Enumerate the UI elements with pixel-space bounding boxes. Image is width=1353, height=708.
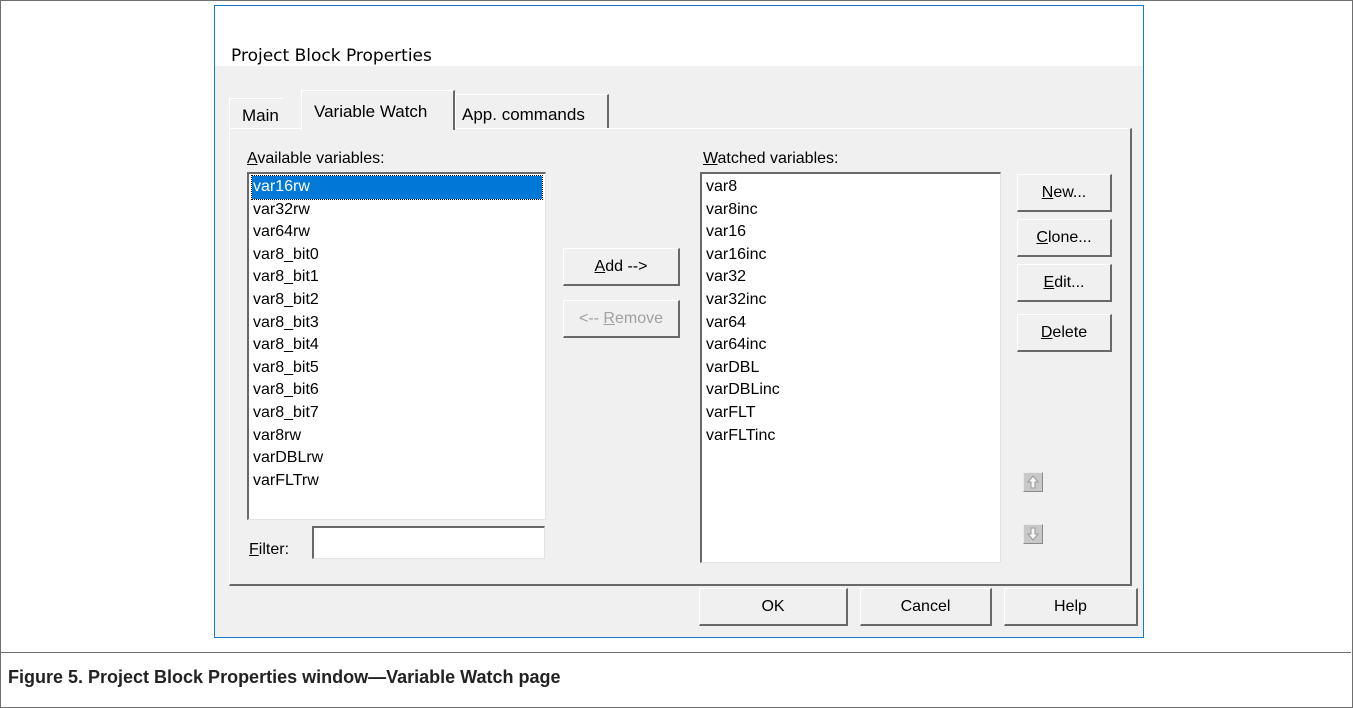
available-variable-item[interactable]: var8_bit4	[252, 334, 542, 357]
move-down-button[interactable]	[1023, 524, 1043, 544]
available-variable-item[interactable]: var8_bit5	[252, 357, 542, 380]
available-variable-item[interactable]: var64rw	[252, 221, 542, 244]
cancel-button[interactable]: Cancel	[860, 588, 992, 626]
edit-button[interactable]: Edit...	[1017, 264, 1112, 302]
add-button[interactable]: Add -->	[563, 248, 680, 286]
tab-app-commands[interactable]: App. commands	[455, 94, 609, 128]
arrow-up-icon	[1026, 475, 1040, 489]
available-variable-item[interactable]: var8_bit1	[252, 266, 542, 289]
watched-variable-item[interactable]: var8inc	[705, 199, 997, 222]
ok-button[interactable]: OK	[699, 588, 848, 626]
watched-variable-item[interactable]: var32inc	[705, 289, 997, 312]
filter-input[interactable]	[312, 526, 545, 559]
watched-variable-item[interactable]: var32	[705, 266, 997, 289]
figure-caption: Figure 5. Project Block Properties windo…	[0, 652, 1351, 708]
watched-variable-item[interactable]: varDBLinc	[705, 379, 997, 402]
watched-variable-item[interactable]: varFLTinc	[705, 425, 997, 448]
watched-variable-item[interactable]: varDBL	[705, 357, 997, 380]
available-variable-item[interactable]: var8_bit3	[252, 312, 542, 335]
available-variable-item[interactable]: varDBLrw	[252, 447, 542, 470]
arrow-down-icon	[1026, 527, 1040, 541]
new-button[interactable]: New...	[1017, 174, 1112, 212]
available-variable-item[interactable]: varFLTrw	[252, 470, 542, 493]
available-variable-item[interactable]: var8_bit7	[252, 402, 542, 425]
delete-button[interactable]: Delete	[1017, 314, 1112, 352]
help-button[interactable]: Help	[1004, 588, 1138, 626]
tab-main-label: Main	[242, 106, 279, 125]
watched-variable-item[interactable]: varFLT	[705, 402, 997, 425]
watched-variables-label: Watched variables:	[703, 150, 839, 167]
available-variable-item[interactable]: var8_bit6	[252, 379, 542, 402]
filter-label: Filter:	[249, 541, 290, 558]
available-variable-item[interactable]: var8_bit2	[252, 289, 542, 312]
watched-variable-item[interactable]: var16inc	[705, 244, 997, 267]
available-variables-label: Available variables:	[247, 150, 385, 167]
move-up-button[interactable]	[1023, 472, 1043, 492]
available-variable-item[interactable]: var8_bit0	[252, 244, 542, 267]
project-block-properties-dialog: Project Block Properties Main Variable W…	[214, 5, 1144, 638]
title-bar[interactable]: Project Block Properties	[215, 6, 1143, 66]
watched-variable-item[interactable]: var8	[705, 176, 997, 199]
remove-button[interactable]: <-- Remove	[563, 300, 680, 338]
tab-app-commands-label: App. commands	[462, 105, 585, 124]
watched-variables-list[interactable]: var8 var8inc var16 var16inc var32 var32inc var…	[700, 172, 1001, 563]
window-title: Project Block Properties	[231, 46, 432, 66]
available-variable-item[interactable]: var32rw	[252, 199, 542, 222]
watched-variable-item[interactable]: var16	[705, 221, 997, 244]
tab-variable-watch-label: Variable Watch	[314, 102, 428, 121]
watched-variable-item[interactable]: var64inc	[705, 334, 997, 357]
available-variable-item[interactable]: var8rw	[252, 425, 542, 448]
available-variables-list[interactable]: var16rw var32rw var64rw var8_bit0 var8_bit1 v…	[247, 172, 546, 520]
watched-variable-item[interactable]: var64	[705, 312, 997, 335]
clone-button[interactable]: Clone...	[1017, 219, 1112, 257]
tab-main[interactable]: Main	[229, 98, 283, 128]
available-variable-item[interactable]: var16rw	[251, 175, 543, 200]
tab-variable-watch[interactable]: Variable Watch	[301, 90, 455, 130]
